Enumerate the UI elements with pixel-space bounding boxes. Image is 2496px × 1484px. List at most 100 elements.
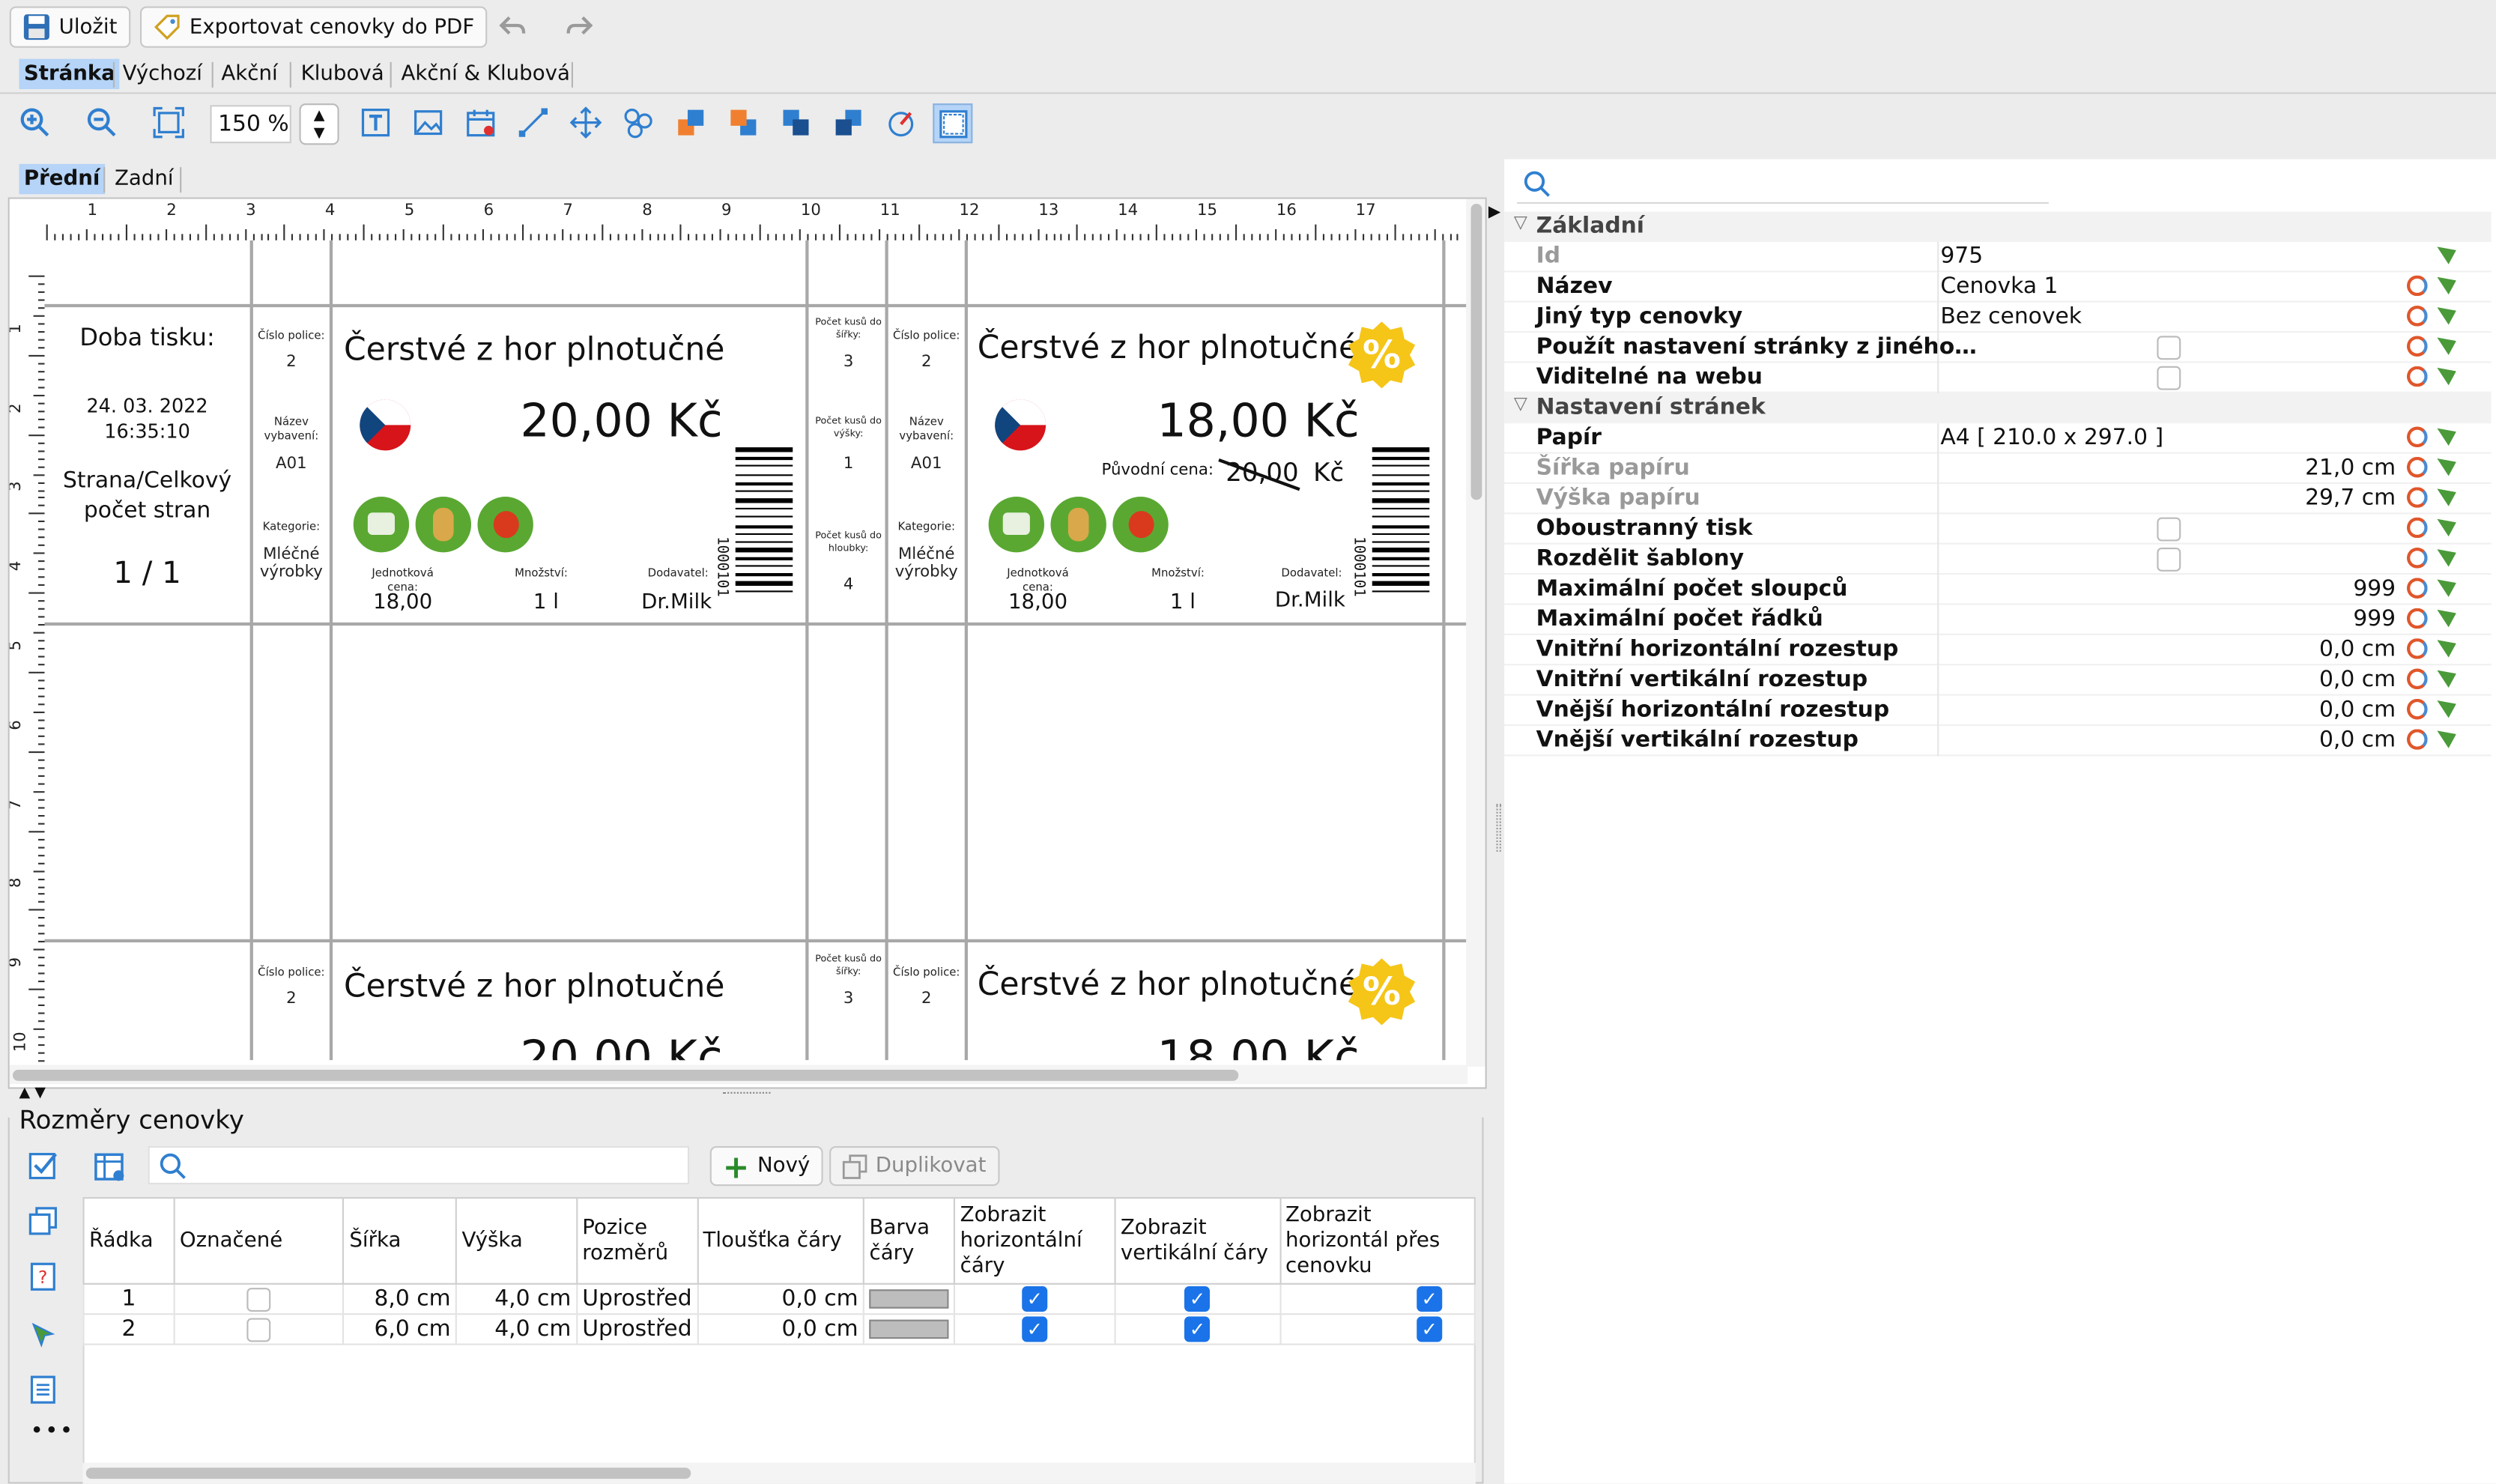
flag-icon[interactable] xyxy=(2437,579,2456,597)
column-header[interactable]: Zobrazit horizontální čáry xyxy=(954,1197,1116,1285)
reset-icon[interactable] xyxy=(2407,578,2428,599)
line-color-swatch[interactable] xyxy=(869,1289,949,1309)
reset-icon[interactable] xyxy=(2407,275,2428,297)
property-value[interactable]: Cenovka 1 xyxy=(1940,274,2058,300)
select-all-icon[interactable] xyxy=(27,1149,59,1181)
reset-icon[interactable] xyxy=(2407,608,2428,629)
row-checkbox[interactable] xyxy=(246,1287,271,1311)
reset-icon[interactable] xyxy=(2407,638,2428,659)
property-row[interactable]: Výška papíru 29,7 cm xyxy=(1504,484,2492,515)
flag-icon[interactable] xyxy=(2437,488,2456,506)
duplicate-button[interactable]: Duplikovat xyxy=(829,1146,999,1187)
position-cell[interactable]: Uprostřed xyxy=(575,1282,699,1315)
property-checkbox[interactable] xyxy=(2157,548,2181,572)
column-header[interactable]: Označené xyxy=(173,1197,345,1285)
property-row[interactable]: Rozdělit šablony xyxy=(1504,544,2492,575)
property-row[interactable]: Použít nastavení stránky z jiného… xyxy=(1504,333,2492,363)
property-value[interactable]: 999 xyxy=(2353,607,2396,632)
fit-page-icon[interactable] xyxy=(151,105,187,140)
property-row[interactable]: Papír A4 [ 210.0 x 297.0 ] xyxy=(1504,423,2492,454)
property-value[interactable]: 999 xyxy=(2353,576,2396,602)
bring-front-icon[interactable] xyxy=(673,105,709,140)
property-search-input[interactable] xyxy=(1558,169,2036,201)
horizontal-lines-checkbox[interactable]: ✓ xyxy=(1022,1316,1048,1342)
redo-icon[interactable] xyxy=(562,10,597,45)
reset-icon[interactable] xyxy=(2407,487,2428,508)
property-row[interactable]: Id 975 xyxy=(1504,242,2492,273)
property-value[interactable]: 0,0 cm xyxy=(2319,637,2396,662)
property-row[interactable]: Viditelné na webu xyxy=(1504,363,2492,393)
flag-icon[interactable] xyxy=(2437,730,2456,748)
vertical-scrollbar[interactable] xyxy=(1466,199,1485,1067)
page-layout-icon[interactable] xyxy=(933,103,973,144)
width-cell[interactable]: 6,0 cm xyxy=(342,1313,458,1345)
flag-icon[interactable] xyxy=(2437,367,2456,386)
tab-stranka[interactable]: Stránka xyxy=(19,58,121,89)
flag-icon[interactable] xyxy=(2437,609,2456,628)
flag-icon[interactable] xyxy=(2437,337,2456,355)
horizontal-lines-checkbox[interactable]: ✓ xyxy=(1022,1286,1048,1312)
property-checkbox[interactable] xyxy=(2157,517,2181,542)
property-row[interactable]: Šířka papíru 21,0 cm xyxy=(1504,453,2492,484)
reset-icon[interactable] xyxy=(2407,698,2428,720)
property-checkbox[interactable] xyxy=(2157,336,2181,360)
tab-back[interactable]: Zadní xyxy=(110,164,178,194)
property-value[interactable]: Bez cenovek xyxy=(1940,304,2082,330)
tab-akcni[interactable]: Akční xyxy=(216,59,282,89)
copy-icon[interactable] xyxy=(27,1205,59,1238)
property-section[interactable]: ▽ Základní xyxy=(1504,211,2492,242)
flag-icon[interactable] xyxy=(2437,518,2456,537)
zoom-stepper[interactable]: ▲ ▼ xyxy=(299,103,339,145)
group-tool-icon[interactable] xyxy=(621,105,656,140)
line-color-swatch[interactable] xyxy=(869,1319,949,1339)
property-search[interactable] xyxy=(1517,166,2049,204)
bring-forward-icon[interactable] xyxy=(778,105,814,140)
flag-icon[interactable] xyxy=(2437,549,2456,567)
flag-icon[interactable] xyxy=(2437,307,2456,325)
send-backward-icon[interactable] xyxy=(831,105,866,140)
thickness-cell[interactable]: 0,0 cm xyxy=(696,1282,865,1315)
panel-splitter[interactable] xyxy=(1496,804,1501,852)
table-row[interactable]: 2 6,0 cm 4,0 cm Uprostřed 0,0 cm ✓ ✓ ✓ xyxy=(82,1313,1476,1345)
line-tool-icon[interactable] xyxy=(516,105,551,140)
reset-icon[interactable] xyxy=(2407,548,2428,569)
position-cell[interactable]: Uprostřed xyxy=(575,1313,699,1345)
tab-klubova[interactable]: Klubová xyxy=(296,59,389,89)
flag-icon[interactable] xyxy=(2437,700,2456,718)
image-tool-icon[interactable] xyxy=(411,105,446,140)
tab-akcni-klubova[interactable]: Akční & Klubová xyxy=(396,59,575,89)
height-cell[interactable]: 4,0 cm xyxy=(455,1282,578,1315)
horizontal-scrollbar[interactable] xyxy=(9,1064,1468,1085)
property-row[interactable]: Maximální počet sloupců 999 xyxy=(1504,575,2492,605)
collapse-arrow-icon[interactable]: ▶ xyxy=(1488,204,1500,221)
height-cell[interactable]: 4,0 cm xyxy=(455,1313,578,1345)
text-tool-icon[interactable] xyxy=(358,105,393,140)
property-row[interactable]: Oboustranný tisk xyxy=(1504,514,2492,545)
reset-icon[interactable] xyxy=(2407,456,2428,478)
rotate-tool-icon[interactable] xyxy=(883,105,918,140)
help-document-icon[interactable]: ? xyxy=(27,1261,59,1293)
column-header[interactable]: Zobrazit horizontál přes cenovku xyxy=(1279,1197,1476,1285)
send-back-icon[interactable] xyxy=(726,105,761,140)
property-value[interactable]: 0,0 cm xyxy=(2319,667,2396,692)
list-document-icon[interactable] xyxy=(27,1374,59,1406)
more-icon[interactable]: ••• xyxy=(30,1418,74,1444)
flag-icon[interactable] xyxy=(2437,458,2456,476)
zoom-out-icon[interactable] xyxy=(85,105,120,140)
design-canvas[interactable]: 1 2 3 4 5 6 7 8 9 10 11 12 13 14 15 16 17 1 2 3 4 5 6 7 8 9 10 Do… xyxy=(7,197,1487,1089)
tab-front[interactable]: Přední xyxy=(19,163,105,195)
property-value[interactable]: 0,0 cm xyxy=(2319,697,2396,723)
sizes-search[interactable] xyxy=(148,1146,690,1184)
zoom-in-icon[interactable] xyxy=(17,105,52,140)
undo-icon[interactable] xyxy=(495,10,530,45)
column-header[interactable]: Barva čáry xyxy=(863,1197,956,1285)
save-button[interactable]: Uložit xyxy=(9,6,130,48)
flag-icon[interactable] xyxy=(2437,276,2456,295)
flag-icon[interactable] xyxy=(2437,640,2456,658)
property-row[interactable]: Vnější horizontální rozestup 0,0 cm xyxy=(1504,695,2492,726)
reset-icon[interactable] xyxy=(2407,336,2428,357)
width-cell[interactable]: 8,0 cm xyxy=(342,1282,458,1315)
new-button[interactable]: + Nový xyxy=(709,1146,823,1187)
reset-icon[interactable] xyxy=(2407,306,2428,327)
property-value[interactable]: A4 [ 210.0 x 297.0 ] xyxy=(1940,425,2163,450)
